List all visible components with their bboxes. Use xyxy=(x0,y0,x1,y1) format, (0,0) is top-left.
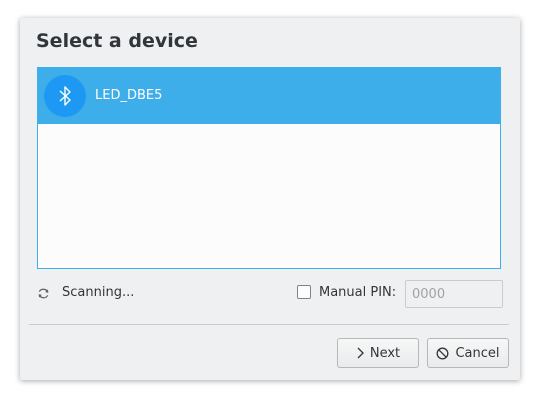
cancel-button[interactable]: Cancel xyxy=(427,338,509,368)
manual-pin-checkbox[interactable] xyxy=(297,285,311,299)
separator xyxy=(29,324,509,325)
cancel-icon xyxy=(436,347,449,360)
select-device-dialog: Select a device LED_DBE5 Scanning... Man… xyxy=(20,18,520,380)
chevron-right-icon xyxy=(356,347,364,359)
device-list[interactable]: LED_DBE5 xyxy=(37,67,501,269)
cancel-button-label: Cancel xyxy=(455,345,500,361)
pin-input[interactable] xyxy=(405,280,503,308)
dialog-title: Select a device xyxy=(36,30,198,52)
next-button[interactable]: Next xyxy=(337,338,419,368)
refresh-icon xyxy=(38,288,49,299)
device-name: LED_DBE5 xyxy=(95,88,163,103)
bluetooth-icon xyxy=(44,75,86,117)
list-item[interactable]: LED_DBE5 xyxy=(38,68,500,124)
manual-pin-label[interactable]: Manual PIN: xyxy=(319,285,396,300)
status-row: Scanning... Manual PIN: xyxy=(20,280,520,308)
scanning-status: Scanning... xyxy=(62,285,135,300)
next-button-label: Next xyxy=(369,345,401,361)
